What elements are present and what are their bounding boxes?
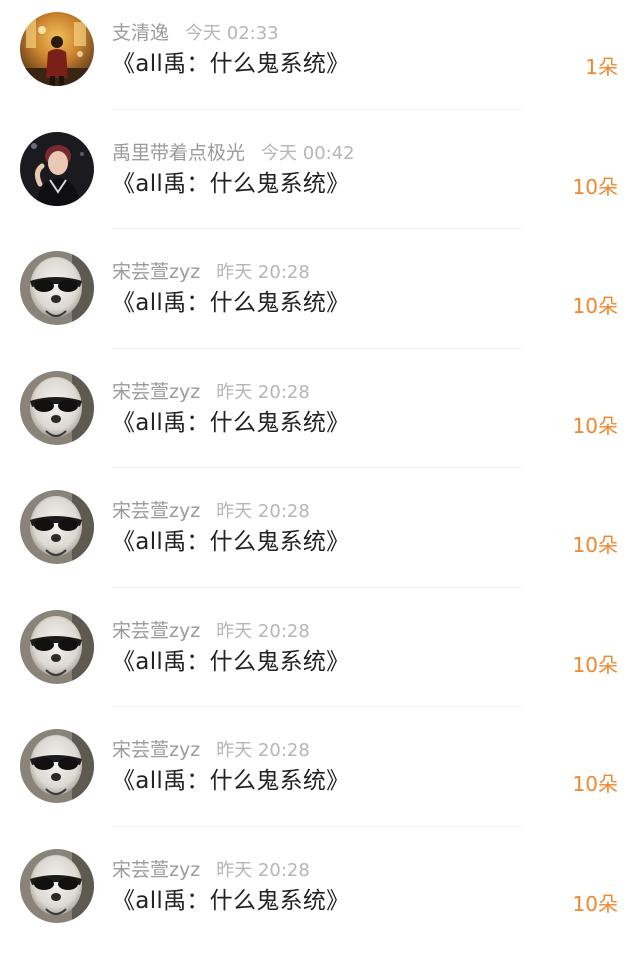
- row-meta: 禹里带着点极光今天 00:42: [112, 140, 355, 166]
- item-title[interactable]: 《all禹：什么鬼系统》: [112, 168, 349, 200]
- timestamp: 昨天 20:28: [216, 501, 310, 522]
- timestamp: 昨天 20:28: [216, 262, 310, 283]
- timestamp: 昨天 20:28: [216, 740, 310, 761]
- username[interactable]: 宋芸萱zyz: [112, 500, 200, 522]
- row-meta: 宋芸萱zyz 昨天 20:28: [112, 379, 310, 405]
- flower-gift-list: 支清逸今天 02:33 《all禹：什么鬼系统》 1朵 禹里带着点极光今天 00…: [0, 0, 640, 936]
- flower-count: 1朵: [585, 53, 618, 81]
- item-title[interactable]: 《all禹：什么鬼系统》: [112, 646, 349, 678]
- list-item[interactable]: 支清逸今天 02:33 《all禹：什么鬼系统》 1朵: [0, 0, 640, 120]
- divider: [112, 109, 522, 110]
- avatar-photo-street: [20, 12, 94, 86]
- divider: [112, 587, 522, 588]
- row-meta: 宋芸萱zyz 昨天 20:28: [112, 737, 310, 763]
- row-meta: 支清逸今天 02:33: [112, 20, 279, 46]
- item-title[interactable]: 《all禹：什么鬼系统》: [112, 765, 349, 797]
- row-meta: 宋芸萱zyz 昨天 20:28: [112, 498, 310, 524]
- avatar[interactable]: [20, 371, 94, 445]
- list-item[interactable]: 宋芸萱zyz 昨天 20:28 《all禹：什么鬼系统》 10朵: [0, 478, 640, 598]
- divider: [112, 826, 522, 827]
- divider: [112, 228, 522, 229]
- timestamp: 今天 02:33: [185, 23, 279, 44]
- username[interactable]: 支清逸: [112, 22, 169, 44]
- timestamp: 昨天 20:28: [216, 860, 310, 881]
- flower-count: 10朵: [573, 890, 618, 918]
- flower-count: 10朵: [573, 531, 618, 559]
- avatar[interactable]: [20, 490, 94, 564]
- divider: [112, 706, 522, 707]
- avatar[interactable]: [20, 610, 94, 684]
- avatar[interactable]: [20, 729, 94, 803]
- username[interactable]: 宋芸萱zyz: [112, 739, 200, 761]
- flower-count: 10朵: [573, 651, 618, 679]
- avatar[interactable]: [20, 12, 94, 86]
- avatar-dog-sunglasses: [20, 729, 94, 803]
- item-title[interactable]: 《all禹：什么鬼系统》: [112, 885, 349, 917]
- list-item[interactable]: 宋芸萱zyz 昨天 20:28 《all禹：什么鬼系统》 10朵: [0, 717, 640, 837]
- timestamp: 昨天 20:28: [216, 621, 310, 642]
- username[interactable]: 宋芸萱zyz: [112, 620, 200, 642]
- username[interactable]: 禹里带着点极光: [112, 142, 245, 164]
- item-title[interactable]: 《all禹：什么鬼系统》: [112, 526, 349, 558]
- flower-count: 10朵: [573, 412, 618, 440]
- avatar-dog-sunglasses: [20, 251, 94, 325]
- avatar[interactable]: [20, 849, 94, 923]
- username[interactable]: 宋芸萱zyz: [112, 261, 200, 283]
- row-meta: 宋芸萱zyz 昨天 20:28: [112, 618, 310, 644]
- item-title[interactable]: 《all禹：什么鬼系统》: [112, 48, 349, 80]
- avatar[interactable]: [20, 132, 94, 206]
- avatar[interactable]: [20, 251, 94, 325]
- list-item[interactable]: 宋芸萱zyz 昨天 20:28 《all禹：什么鬼系统》 10朵: [0, 598, 640, 718]
- item-title[interactable]: 《all禹：什么鬼系统》: [112, 287, 349, 319]
- list-item[interactable]: 禹里带着点极光今天 00:42 《all禹：什么鬼系统》 10朵: [0, 120, 640, 240]
- timestamp: 昨天 20:28: [216, 382, 310, 403]
- avatar-photo-person: [20, 132, 94, 206]
- list-item[interactable]: 宋芸萱zyz 昨天 20:28 《all禹：什么鬼系统》 10朵: [0, 239, 640, 359]
- flower-count: 10朵: [573, 173, 618, 201]
- flower-count: 10朵: [573, 770, 618, 798]
- username[interactable]: 宋芸萱zyz: [112, 859, 200, 881]
- avatar-dog-sunglasses: [20, 490, 94, 564]
- list-item[interactable]: 宋芸萱zyz 昨天 20:28 《all禹：什么鬼系统》 10朵: [0, 359, 640, 479]
- flower-count: 10朵: [573, 292, 618, 320]
- avatar-dog-sunglasses: [20, 610, 94, 684]
- avatar-dog-sunglasses: [20, 371, 94, 445]
- avatar-dog-sunglasses: [20, 849, 94, 923]
- item-title[interactable]: 《all禹：什么鬼系统》: [112, 407, 349, 439]
- row-meta: 宋芸萱zyz 昨天 20:28: [112, 259, 310, 285]
- timestamp: 今天 00:42: [261, 143, 355, 164]
- username[interactable]: 宋芸萱zyz: [112, 381, 200, 403]
- divider: [112, 348, 522, 349]
- row-meta: 宋芸萱zyz 昨天 20:28: [112, 857, 310, 883]
- list-item[interactable]: 宋芸萱zyz 昨天 20:28 《all禹：什么鬼系统》 10朵: [0, 837, 640, 956]
- divider: [112, 467, 522, 468]
